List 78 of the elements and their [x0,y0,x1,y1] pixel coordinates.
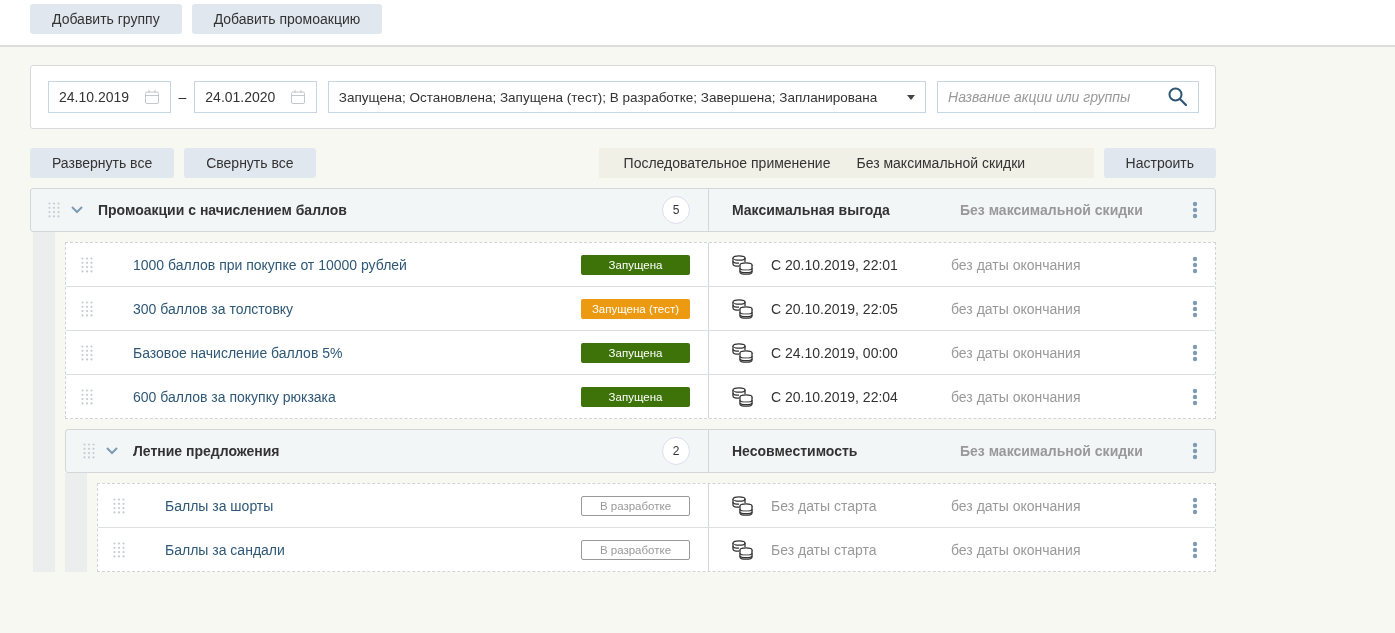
coins-icon [732,298,754,319]
more-icon[interactable] [1192,442,1198,460]
drag-handle-icon[interactable] [113,541,125,558]
coins-icon [732,342,754,363]
promo-name[interactable]: Баллы за шорты [165,497,581,514]
more-icon[interactable] [1192,255,1198,274]
end-date: без даты окончания [951,256,1082,273]
caret-icon [907,94,915,100]
start-date: С 20.10.2019, 22:01 [771,256,899,273]
group-title[interactable]: Летние предложения [133,443,662,459]
chevron-icon[interactable] [106,447,118,455]
end-date: без даты окончания [951,300,1082,317]
search-field[interactable]: Название акции или группы [937,81,1199,113]
promo-row[interactable]: 600 баллов за покупку рюкзака Запущена С 20.10.2019, 22:04 без даты окончания [66,374,1215,418]
coins-icon [732,539,754,560]
mode-text: Последовательное применение [623,155,831,171]
max-discount-text: Без максимальной скидки [856,155,1026,171]
status-badge: Запущена (тест) [581,298,690,319]
more-icon[interactable] [1192,387,1198,406]
status-badge: Запущена [581,342,690,363]
drag-handle-icon[interactable] [81,344,93,361]
start-date: Без даты старта [771,497,878,514]
start-date: С 20.10.2019, 22:05 [771,300,899,317]
promo-name[interactable]: 1000 баллов при покупке от 10000 рублей [133,256,581,273]
group-max-discount: Без максимальной скидки [960,202,1144,218]
more-icon[interactable] [1192,343,1198,362]
range-dash: – [178,89,187,105]
drag-handle-icon[interactable] [113,497,125,514]
status-badge: В разработке [581,495,690,516]
start-date: С 20.10.2019, 22:04 [771,388,899,405]
count-badge: 2 [662,437,690,465]
more-icon[interactable] [1192,299,1198,318]
coins-icon [732,495,754,516]
more-icon[interactable] [1192,540,1198,559]
add-button[interactable]: Добавить группу [30,4,182,34]
group-mode: Максимальная выгода [732,202,891,218]
group-max-discount: Без максимальной скидки [960,443,1144,459]
group-mode: Несовместимость [732,443,859,459]
promo-row[interactable]: Баллы за шорты В разработке Без даты старта без даты окончания [98,484,1215,527]
end-date: без даты окончания [951,497,1082,514]
expand-all-button[interactable]: Развернуть все [30,148,175,178]
configure-button[interactable]: Настроить [1103,148,1216,178]
drag-handle-icon[interactable] [81,388,93,405]
promo-row[interactable]: Баллы за сандали В разработке Без даты старта без даты окончания [98,527,1215,571]
status-badge: В разработке [581,539,690,560]
more-icon[interactable] [1192,201,1198,219]
end-date: без даты окончания [951,388,1082,405]
count-badge: 5 [662,196,690,224]
date-field[interactable]: 24.10.2019 [48,81,171,113]
chevron-icon[interactable] [71,206,83,214]
coins-icon [732,254,754,275]
drag-handle-icon[interactable] [48,202,60,218]
calendar-icon [143,89,160,105]
start-date: Без даты старта [771,541,878,558]
promo-name[interactable]: Базовое начисление баллов 5% [133,344,581,361]
status-badge: Запущена [581,386,690,407]
search-icon[interactable] [1168,87,1187,106]
promo-name[interactable]: 300 баллов за толстовку [133,300,581,317]
coins-icon [732,386,754,407]
group-title[interactable]: Промоакции с начислением баллов [98,202,662,218]
status-select[interactable]: Запущена; Остановлена; Запущена (тест); В разработке; Завершена; Запланирована [327,81,926,113]
more-icon[interactable] [1192,496,1198,515]
start-date: С 24.10.2019, 00:00 [771,344,899,361]
promo-row[interactable]: 1000 баллов при покупке от 10000 рублей Запущена С 20.10.2019, 22:01 без даты окончания [66,243,1215,286]
calendar-icon [289,89,306,105]
drag-handle-icon[interactable] [81,256,93,273]
status-badge: Запущена [581,254,690,275]
end-date: без даты окончания [951,541,1082,558]
promo-row[interactable]: Базовое начисление баллов 5% Запущена С 24.10.2019, 00:00 без даты окончания [66,330,1215,374]
promo-name[interactable]: 600 баллов за покупку рюкзака [133,388,581,405]
drag-handle-icon[interactable] [81,300,93,317]
promo-name[interactable]: Баллы за сандали [165,541,581,558]
collapse-all-button[interactable]: Свернуть все [184,148,316,178]
date-field[interactable]: 24.01.2020 [194,81,317,113]
end-date: без даты окончания [951,344,1082,361]
drag-handle-icon[interactable] [83,443,95,459]
promo-row[interactable]: 300 баллов за толстовку Запущена (тест) С 20.10.2019, 22:05 без даты окончания [66,286,1215,330]
add-button[interactable]: Добавить промоакцию [191,4,383,34]
